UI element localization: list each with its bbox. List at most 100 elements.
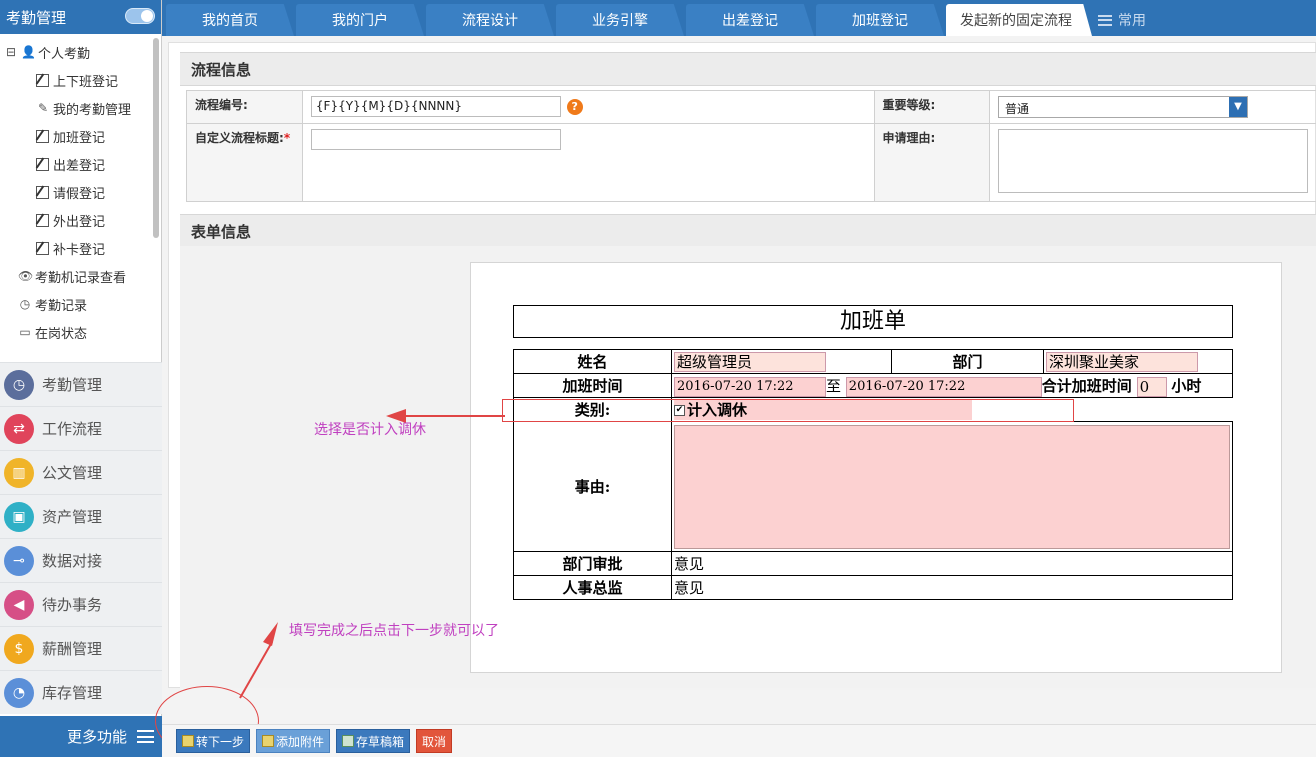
annotation-highlight-box xyxy=(502,399,1074,422)
reason-label: 事由: xyxy=(513,421,672,552)
tree-item-personal-attendance[interactable]: ⊟ 👤 个人考勤 xyxy=(0,38,161,66)
tab-portal[interactable]: 我的门户 xyxy=(296,4,424,36)
importance-label: 重要等级: xyxy=(873,90,991,124)
hr-director-value[interactable]: 意见 xyxy=(671,575,1233,600)
annotation-arrow-up xyxy=(239,622,278,699)
tree-item-machine-records[interactable]: 👁 考勤机记录查看 xyxy=(0,262,161,290)
menu-item-workflow[interactable]: ⇄ 工作流程 xyxy=(0,406,162,450)
document-icon: ▥ xyxy=(4,457,34,488)
list-icon xyxy=(1098,14,1112,26)
menu-item-documents[interactable]: ▥ 公文管理 xyxy=(0,450,162,494)
tree-item-leave[interactable]: 请假登记 xyxy=(0,178,161,206)
flow-number-label: 流程编号: xyxy=(186,90,303,124)
tab-process-design[interactable]: 流程设计 xyxy=(426,4,554,36)
clock-icon: ◷ xyxy=(19,297,31,311)
menu-item-label: 薪酬管理 xyxy=(42,640,103,658)
tree-item-label: 上下班登记 xyxy=(53,74,119,90)
sidebar-header: 考勤管理 xyxy=(0,0,161,34)
draft-icon xyxy=(342,735,355,747)
flow-number-input[interactable]: {F}{Y}{M}{D}{NNNN} xyxy=(310,96,561,117)
tree-item-outing[interactable]: 外出登记 xyxy=(0,206,161,234)
tree-item-business-trip[interactable]: 出差登记 xyxy=(0,150,161,178)
tab-new-fixed-process[interactable]: 发起新的固定流程 xyxy=(946,4,1092,36)
add-attachment-button[interactable]: 添加附件 xyxy=(256,729,331,753)
tree-item-my-attendance[interactable]: ✎ 我的考勤管理 xyxy=(0,94,161,122)
tab-home[interactable]: 我的首页 xyxy=(166,4,294,36)
menu-item-inventory[interactable]: ◔ 库存管理 xyxy=(0,670,162,714)
reason-textarea[interactable] xyxy=(674,424,1230,549)
importance-select[interactable]: 普通 ▼ xyxy=(998,96,1248,118)
tree-item-on-duty-status[interactable]: ▭ 在岗状态 xyxy=(0,318,161,346)
main-area: 流程信息 流程编号: {F}{Y}{M}{D}{NNNN} ? 重要等级: 普通… xyxy=(162,36,1316,757)
app-window: 考勤管理 ⊟ 👤 个人考勤 上下班登记 ✎ 我的考勤管理 加班登记 出差登记 请… xyxy=(0,0,1316,757)
dept-approval-value[interactable]: 意见 xyxy=(671,551,1233,576)
save-draft-label: 存草稿箱 xyxy=(356,734,405,749)
menu-icon xyxy=(137,730,154,743)
tree-item-label: 请假登记 xyxy=(53,186,106,202)
hours-unit: 小时 xyxy=(1171,376,1202,395)
to-label: 至 xyxy=(826,376,842,395)
card-icon: ▭ xyxy=(19,325,31,339)
total-hours-label: 合计加班时间 xyxy=(1041,376,1132,395)
next-step-button[interactable]: 转下一步 xyxy=(176,729,251,753)
pie-icon: ◔ xyxy=(4,677,34,708)
cancel-button[interactable]: 取消 xyxy=(416,729,453,753)
flow-info-table: 流程编号: {F}{Y}{M}{D}{NNNN} ? 重要等级: 普通 ▼ 自定… xyxy=(186,90,1316,202)
tree-item-attendance-records[interactable]: ◷ 考勤记录 xyxy=(0,290,161,318)
menu-item-data-connect[interactable]: ⊸ 数据对接 xyxy=(0,538,162,582)
user-icon: 👤 xyxy=(21,45,36,59)
save-draft-button[interactable]: 存草稿箱 xyxy=(336,729,411,753)
menu-item-label: 资产管理 xyxy=(42,508,103,526)
overtime-form-title: 加班单 xyxy=(513,305,1233,338)
tab-common[interactable]: 常用 xyxy=(1094,4,1174,36)
menu-item-salary[interactable]: $ 薪酬管理 xyxy=(0,626,162,670)
tree-item-overtime[interactable]: 加班登记 xyxy=(0,122,161,150)
action-bar: 转下一步 添加附件 存草稿箱 取消 xyxy=(162,724,1316,757)
apply-reason-textarea[interactable] xyxy=(998,129,1308,193)
help-icon[interactable]: ? xyxy=(566,98,583,115)
speaker-icon: ◀ xyxy=(4,589,34,620)
tree-item-label: 个人考勤 xyxy=(38,46,91,62)
tab-business-engine[interactable]: 业务引擎 xyxy=(556,4,684,36)
collapse-icon[interactable]: ⊟ xyxy=(4,45,18,59)
department-label: 部门 xyxy=(891,349,1044,374)
dept-approval-label: 部门审批 xyxy=(513,551,672,576)
add-attachment-label: 添加附件 xyxy=(276,734,325,749)
more-functions-button[interactable]: 更多功能 xyxy=(0,716,162,757)
tree-item-card-makeup[interactable]: 补卡登记 xyxy=(0,234,161,262)
start-time-field[interactable]: 2016-07-20 17:22 xyxy=(674,376,826,397)
tab-business-trip[interactable]: 出差登记 xyxy=(686,4,814,36)
sidebar: 考勤管理 ⊟ 👤 个人考勤 上下班登记 ✎ 我的考勤管理 加班登记 出差登记 请… xyxy=(0,0,162,757)
pencil-icon: ✎ xyxy=(37,101,49,115)
sidebar-title: 考勤管理 xyxy=(6,8,67,27)
annotation-note-comp-leave: 选择是否计入调休 xyxy=(314,422,426,438)
tab-bar: 我的首页 我的门户 流程设计 业务引擎 出差登记 加班登记 发起新的固定流程 常… xyxy=(162,0,1316,36)
tree-item-clock-in[interactable]: 上下班登记 xyxy=(0,66,161,94)
menu-item-attendance[interactable]: ◷ 考勤管理 xyxy=(0,362,162,406)
menu-item-assets[interactable]: ▣ 资产管理 xyxy=(0,494,162,538)
menu-item-todo[interactable]: ◀ 待办事务 xyxy=(0,582,162,626)
tree-scrollbar[interactable] xyxy=(153,38,159,238)
asset-icon: ▣ xyxy=(4,501,34,532)
department-field[interactable]: 深圳聚业美家 xyxy=(1046,351,1198,372)
sidebar-toggle-switch[interactable] xyxy=(125,8,155,24)
menu-item-label: 公文管理 xyxy=(42,464,103,482)
name-field[interactable]: 超级管理员 xyxy=(674,351,826,372)
chevron-down-icon[interactable]: ▼ xyxy=(1229,97,1247,117)
custom-title-input[interactable] xyxy=(310,129,561,150)
eye-icon: 👁 xyxy=(18,269,34,283)
end-time-field[interactable]: 2016-07-20 17:22 xyxy=(845,376,1042,397)
tab-common-label: 常用 xyxy=(1118,13,1146,29)
total-hours-field[interactable]: 0 xyxy=(1136,376,1167,397)
edit-icon xyxy=(36,213,49,227)
more-functions-label: 更多功能 xyxy=(66,728,127,746)
money-bag-icon: $ xyxy=(4,633,34,664)
content-panel: 流程信息 流程编号: {F}{Y}{M}{D}{NNNN} ? 重要等级: 普通… xyxy=(168,42,1316,688)
sidebar-tree: ⊟ 👤 个人考勤 上下班登记 ✎ 我的考勤管理 加班登记 出差登记 请假登记 外… xyxy=(0,34,161,358)
edit-icon xyxy=(36,241,49,255)
overtime-form-table: 姓名 超级管理员 部门 深圳聚业美家 加班时间 2016-07-20 17:22… xyxy=(513,349,1233,600)
menu-item-label: 数据对接 xyxy=(42,552,103,570)
tab-overtime[interactable]: 加班登记 xyxy=(816,4,944,36)
tree-item-label: 出差登记 xyxy=(53,158,106,174)
overtime-form-paper: 加班单 姓名 超级管理员 部门 深圳聚业美家 加班时间 2016-07-20 1… xyxy=(470,262,1282,673)
